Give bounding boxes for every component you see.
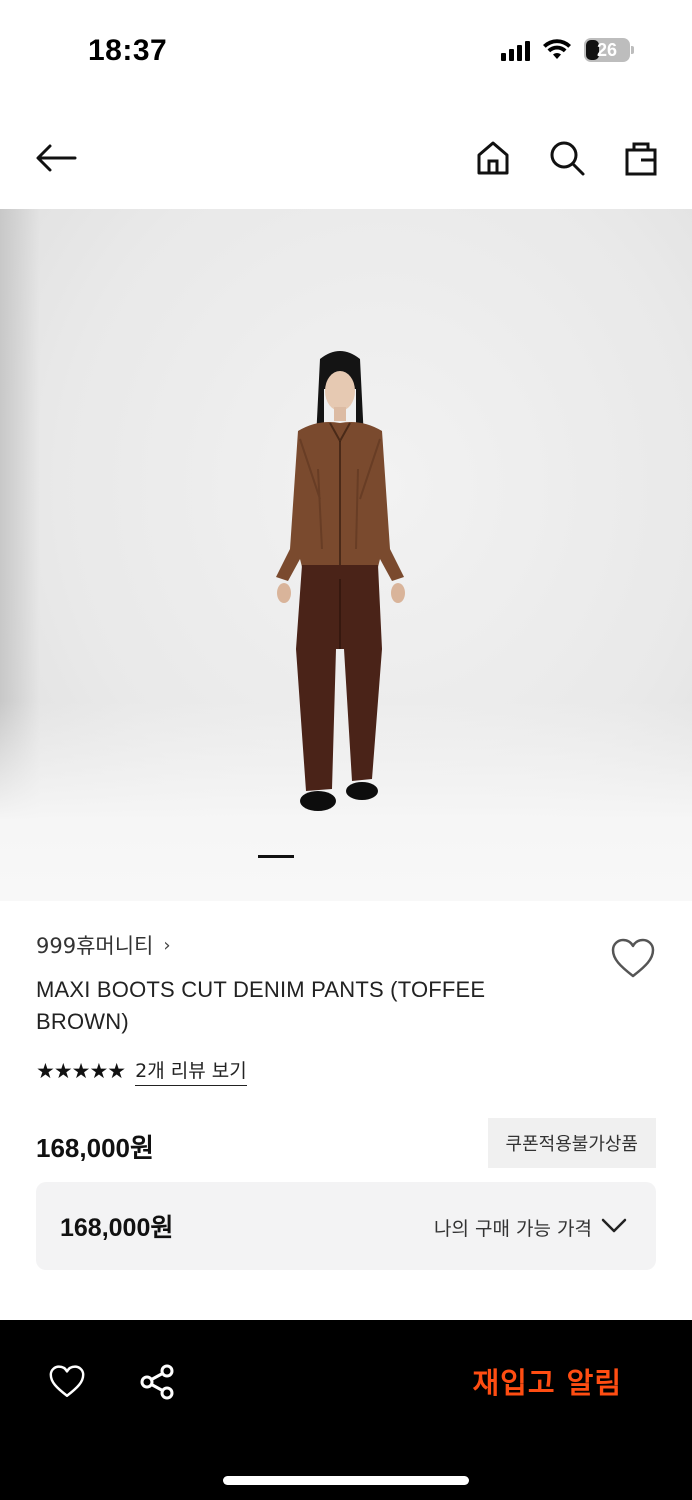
share-icon[interactable]: [135, 1360, 179, 1404]
price-row: 168,000원 쿠폰적용불가상품: [36, 1118, 656, 1168]
page-indicator: [258, 855, 294, 858]
coupon-badge: 쿠폰적용불가상품: [487, 1118, 656, 1168]
status-icons: 26: [501, 38, 634, 62]
status-bar: 18:37 26: [0, 0, 692, 100]
model-photo: [276, 351, 405, 811]
product-image[interactable]: [0, 209, 692, 901]
review-link[interactable]: 2개 리뷰 보기: [135, 1056, 247, 1086]
product-info: 999휴머니티 › MAXI BOOTS CUT DENIM PANTS (TO…: [36, 930, 656, 1086]
product-price: 168,000원: [36, 1133, 154, 1163]
wishlist-heart-icon[interactable]: [610, 938, 656, 980]
top-nav-bar: [0, 110, 692, 206]
product-title: MAXI BOOTS CUT DENIM PANTS (TOFFEE BROWN…: [36, 977, 486, 1034]
rating-row: ★★★★★ 2개 리뷰 보기: [36, 1056, 656, 1086]
restock-alert-button[interactable]: 재입고 알림: [473, 1360, 623, 1402]
cellular-signal-icon: [501, 39, 530, 61]
chevron-right-icon: ›: [163, 934, 171, 956]
my-price-dropdown[interactable]: 168,000원 나의 구매 가능 가격: [36, 1182, 656, 1270]
search-icon[interactable]: [545, 136, 589, 180]
chevron-down-icon: [601, 1218, 627, 1233]
my-price-label: 나의 구매 가능 가격: [434, 1218, 592, 1240]
brand-name: 999휴머니티: [36, 934, 154, 958]
back-arrow-icon[interactable]: [34, 136, 78, 180]
wifi-icon: [543, 39, 571, 59]
star-rating: ★★★★★: [36, 1059, 126, 1083]
status-time: 18:37: [88, 34, 168, 67]
brand-link[interactable]: 999휴머니티 ›: [36, 930, 656, 960]
my-price-value: 168,000원: [60, 1214, 174, 1242]
bottom-action-bar: 재입고 알림: [0, 1320, 692, 1500]
home-indicator: [223, 1476, 469, 1485]
heart-icon[interactable]: [45, 1360, 89, 1404]
home-icon[interactable]: [471, 136, 515, 180]
battery-icon: 26: [584, 38, 630, 62]
shopping-bag-icon[interactable]: [619, 136, 663, 180]
battery-level: 26: [596, 39, 618, 60]
